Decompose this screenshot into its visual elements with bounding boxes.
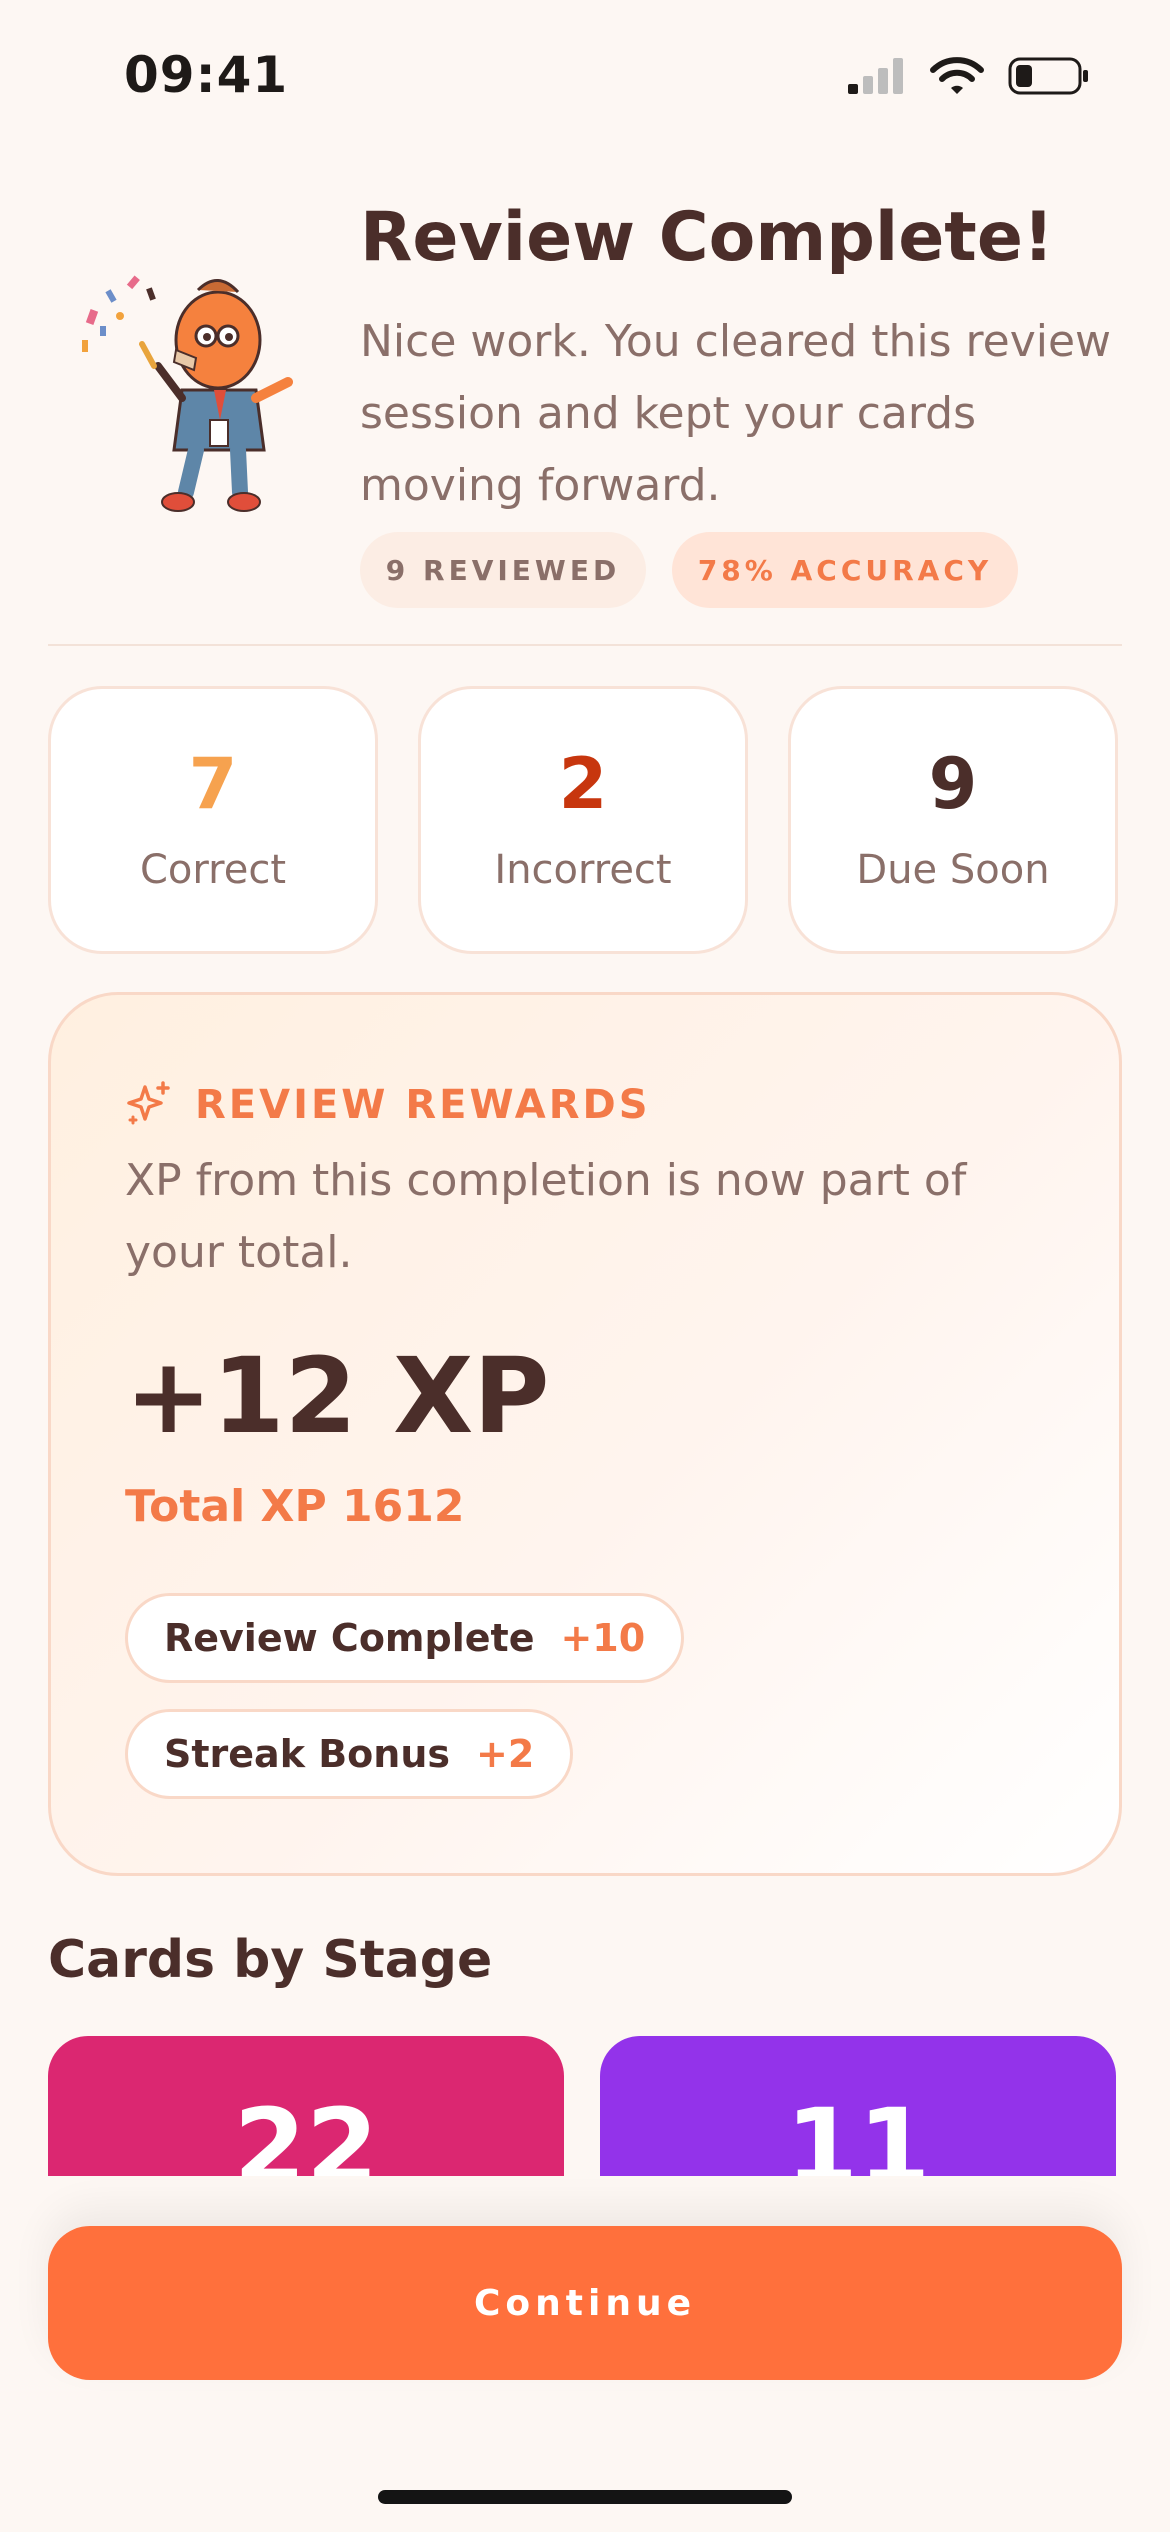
battery-icon <box>1008 56 1090 100</box>
stat-card-incorrect: 2 Incorrect <box>418 686 748 954</box>
bonus-points: +2 <box>475 1732 535 1776</box>
stat-label: Incorrect <box>494 847 672 893</box>
accuracy-badge: 78% ACCURACY <box>672 532 1018 608</box>
bonus-label: Review Complete <box>164 1616 535 1660</box>
status-icons <box>846 56 1090 100</box>
status-bar: 09:41 <box>0 0 1170 150</box>
rewards-header: REVIEW REWARDS <box>125 1079 651 1131</box>
stage-card[interactable]: 11 <box>600 2036 1116 2176</box>
reviewed-count-badge: 9 REVIEWED <box>360 532 646 608</box>
stage-count: 22 <box>233 2086 379 2176</box>
page-subtitle: Nice work. You cleared this review sessi… <box>360 316 1112 511</box>
stat-label: Correct <box>140 847 286 893</box>
stat-value: 7 <box>188 743 238 825</box>
bonus-points: +10 <box>560 1616 646 1660</box>
wifi-icon <box>930 56 984 100</box>
continue-button[interactable]: Continue <box>48 2226 1122 2380</box>
rewards-description: XP from this completion is now part of y… <box>125 1155 967 1278</box>
bonus-item-streak-bonus: Streak Bonus +2 <box>125 1709 574 1799</box>
bonus-item-review-complete: Review Complete +10 <box>125 1593 685 1683</box>
rewards-title: REVIEW REWARDS <box>195 1082 651 1128</box>
xp-gained: +12 XP <box>125 1335 550 1457</box>
stat-value: 9 <box>928 743 978 825</box>
footer: Continue <box>0 2176 1170 2532</box>
status-time: 09:41 <box>124 46 289 104</box>
review-rewards-card: REVIEW REWARDS XP from this completion i… <box>48 992 1122 1876</box>
home-indicator <box>378 2490 792 2504</box>
divider <box>48 644 1122 646</box>
stat-card-correct: 7 Correct <box>48 686 378 954</box>
stat-card-due-soon: 9 Due Soon <box>788 686 1118 954</box>
total-xp: Total XP 1612 <box>125 1481 465 1532</box>
stage-card[interactable]: 22 <box>48 2036 564 2176</box>
bonus-label: Streak Bonus <box>164 1732 450 1776</box>
page-title: Review Complete! <box>360 198 1054 277</box>
stage-count: 11 <box>785 2086 931 2176</box>
stage-cards-row: 22 11 <box>0 2036 1170 2176</box>
stat-value: 2 <box>558 743 608 825</box>
celebrating-mascot-illustration <box>78 270 308 520</box>
cellular-signal-icon <box>846 56 906 100</box>
section-title-cards-by-stage: Cards by Stage <box>48 1930 493 1990</box>
sparkles-icon <box>125 1079 173 1131</box>
stat-label: Due Soon <box>856 847 1050 893</box>
